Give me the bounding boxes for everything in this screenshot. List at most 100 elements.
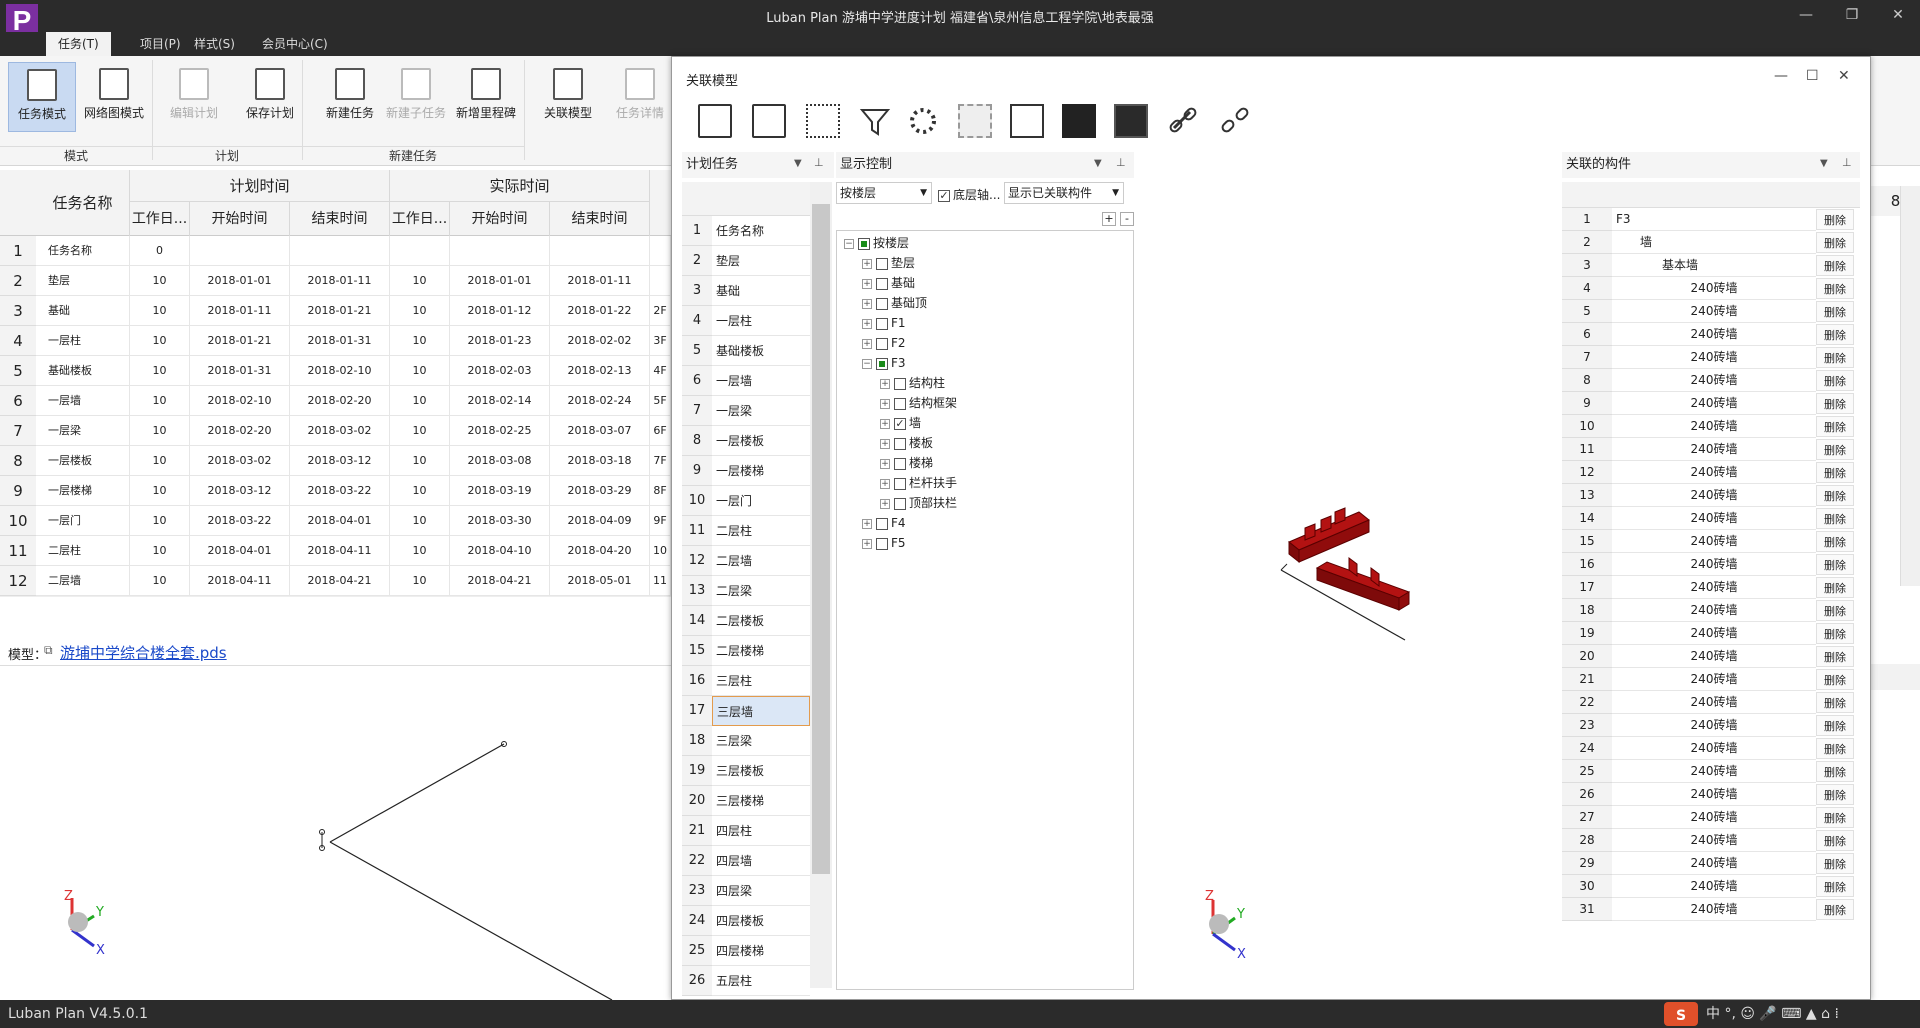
table-cell-ps[interactable]: 2018-01-11 bbox=[190, 296, 290, 326]
col-task-name[interactable]: 任务名称 bbox=[36, 170, 130, 236]
table-cell-pe[interactable]: 2018-04-11 bbox=[290, 536, 390, 566]
table-cell-wd[interactable]: 10 bbox=[130, 356, 190, 386]
table-cell-ps[interactable]: 2018-03-02 bbox=[190, 446, 290, 476]
table-cell-awd[interactable]: 10 bbox=[390, 326, 450, 356]
plan-task-item[interactable]: 一层墙 bbox=[712, 366, 810, 396]
table-cell-ae[interactable]: 2018-04-20 bbox=[550, 536, 650, 566]
table-cell-ps[interactable]: 2018-04-01 bbox=[190, 536, 290, 566]
pin-icon[interactable]: ⊥ bbox=[1116, 156, 1126, 169]
orbit-icon[interactable] bbox=[906, 104, 940, 138]
panel-dropdown-icon[interactable]: ▼ bbox=[794, 158, 802, 169]
tree-node[interactable]: + 顶部扶栏 bbox=[880, 494, 957, 512]
table-cell-extra[interactable]: 7F bbox=[650, 446, 671, 476]
expand-toggle-icon[interactable]: + bbox=[880, 378, 890, 389]
table-cell-wd[interactable]: 10 bbox=[130, 536, 190, 566]
table-cell-ae[interactable] bbox=[550, 236, 650, 266]
checkbox-icon[interactable] bbox=[858, 237, 870, 250]
plan-task-item[interactable]: 一层楼梯 bbox=[712, 456, 810, 486]
select-icon[interactable] bbox=[698, 104, 732, 138]
table-cell-extra[interactable]: 3F bbox=[650, 326, 671, 356]
tree-node[interactable]: + F2 bbox=[862, 334, 906, 352]
tree-node[interactable]: − 按楼层 bbox=[844, 234, 909, 252]
delete-button[interactable]: 删除 bbox=[1816, 439, 1854, 460]
table-cell-name[interactable]: 基础楼板 bbox=[36, 356, 130, 386]
delete-button[interactable]: 删除 bbox=[1816, 623, 1854, 644]
display-filter-select[interactable]: 显示已关联构件 ▼ bbox=[1004, 182, 1124, 204]
table-cell-ps[interactable]: 2018-02-10 bbox=[190, 386, 290, 416]
table-cell-ae[interactable]: 2018-03-18 bbox=[550, 446, 650, 476]
plan-task-item[interactable]: 二层柱 bbox=[712, 516, 810, 546]
checkbox-icon[interactable] bbox=[894, 457, 906, 470]
expand-toggle-icon[interactable]: + bbox=[880, 478, 890, 489]
menu-item-0[interactable]: 任务(T) bbox=[46, 32, 111, 56]
table-cell-extra[interactable]: 4F bbox=[650, 356, 671, 386]
table-cell-as[interactable]: 2018-03-19 bbox=[450, 476, 550, 506]
table-cell-as[interactable]: 2018-04-10 bbox=[450, 536, 550, 566]
table-cell-name[interactable]: 一层柱 bbox=[36, 326, 130, 356]
delete-button[interactable]: 删除 bbox=[1816, 577, 1854, 598]
checkbox-icon[interactable] bbox=[876, 337, 888, 350]
checkbox-icon[interactable] bbox=[876, 277, 888, 290]
table-cell-ae[interactable]: 2018-01-22 bbox=[550, 296, 650, 326]
table-cell-ps[interactable]: 2018-01-31 bbox=[190, 356, 290, 386]
table-cell-pe[interactable]: 2018-03-02 bbox=[290, 416, 390, 446]
col-header-0[interactable]: 工作日... bbox=[130, 202, 190, 236]
delete-button[interactable]: 删除 bbox=[1816, 715, 1854, 736]
col-header-2[interactable]: 结束时间 bbox=[290, 202, 390, 236]
copy-select-icon[interactable] bbox=[752, 104, 786, 138]
table-cell-awd[interactable]: 10 bbox=[390, 386, 450, 416]
bottom-axis-checkbox[interactable]: ✓ 底层轴... bbox=[938, 186, 1000, 203]
tree-node[interactable]: + 基础顶 bbox=[862, 294, 927, 312]
plan-task-item[interactable]: 二层楼板 bbox=[712, 606, 810, 636]
minimize-icon[interactable]: — bbox=[1792, 4, 1820, 26]
expand-toggle-icon[interactable]: − bbox=[844, 238, 854, 249]
expand-toggle-icon[interactable]: + bbox=[880, 418, 890, 429]
right-scrollbar[interactable] bbox=[1900, 186, 1920, 586]
table-cell-ae[interactable]: 2018-05-01 bbox=[550, 566, 650, 596]
table-cell-awd[interactable]: 10 bbox=[390, 266, 450, 296]
ime-toolbar-icons[interactable]: 中 °, ☺ 🎤 ⌨ ▲ ⌂ ⁞ bbox=[1706, 1000, 1839, 1028]
delete-button[interactable]: 删除 bbox=[1816, 692, 1854, 713]
checkbox-icon[interactable] bbox=[894, 477, 906, 490]
checkbox-icon[interactable] bbox=[894, 437, 906, 450]
table-cell-wd[interactable]: 10 bbox=[130, 506, 190, 536]
tree-node[interactable]: − F3 bbox=[862, 354, 906, 372]
delete-button[interactable]: 删除 bbox=[1816, 393, 1854, 414]
expand-toggle-icon[interactable]: + bbox=[862, 338, 872, 349]
table-cell-extra[interactable] bbox=[650, 266, 671, 296]
collapse-all-icon[interactable]: - bbox=[1120, 212, 1134, 226]
table-cell-wd[interactable]: 10 bbox=[130, 476, 190, 506]
table-cell-name[interactable]: 基础 bbox=[36, 296, 130, 326]
table-cell-ps[interactable] bbox=[190, 236, 290, 266]
tree-node[interactable]: + 楼梯 bbox=[880, 454, 933, 472]
table-cell-pe[interactable]: 2018-01-31 bbox=[290, 326, 390, 356]
plan-task-item[interactable]: 四层梁 bbox=[712, 876, 810, 906]
table-cell-wd[interactable]: 10 bbox=[130, 446, 190, 476]
table-cell-wd[interactable]: 10 bbox=[130, 416, 190, 446]
plan-task-item[interactable]: 四层墙 bbox=[712, 846, 810, 876]
expand-toggle-icon[interactable]: + bbox=[862, 318, 872, 329]
plan-task-item[interactable]: 二层墙 bbox=[712, 546, 810, 576]
table-cell-ae[interactable]: 2018-01-11 bbox=[550, 266, 650, 296]
ribbon-button-8[interactable]: 任务详情 bbox=[606, 62, 674, 132]
tree-node[interactable]: + F4 bbox=[862, 514, 906, 532]
col-header-1[interactable]: 开始时间 bbox=[190, 202, 290, 236]
delete-button[interactable]: 删除 bbox=[1816, 807, 1854, 828]
table-cell-pe[interactable]: 2018-01-21 bbox=[290, 296, 390, 326]
ribbon-button-7[interactable]: 关联模型 bbox=[534, 62, 602, 132]
menu-item-2[interactable]: 样式(S) bbox=[182, 32, 247, 56]
delete-button[interactable]: 删除 bbox=[1816, 669, 1854, 690]
delete-button[interactable]: 删除 bbox=[1816, 554, 1854, 575]
filter-icon[interactable] bbox=[858, 104, 892, 138]
plan-task-item[interactable]: 五层柱 bbox=[712, 966, 810, 996]
table-cell-ps[interactable]: 2018-01-01 bbox=[190, 266, 290, 296]
tree-node[interactable]: + 垫层 bbox=[862, 254, 915, 272]
table-cell-ps[interactable]: 2018-04-11 bbox=[190, 566, 290, 596]
delete-button[interactable]: 删除 bbox=[1816, 853, 1854, 874]
table-cell-ae[interactable]: 2018-03-29 bbox=[550, 476, 650, 506]
delete-button[interactable]: 删除 bbox=[1816, 324, 1854, 345]
group-mode-select[interactable]: 按楼层 ▼ bbox=[836, 182, 932, 204]
table-cell-name[interactable]: 一层楼梯 bbox=[36, 476, 130, 506]
table-cell-pe[interactable]: 2018-02-10 bbox=[290, 356, 390, 386]
table-cell-awd[interactable]: 10 bbox=[390, 506, 450, 536]
